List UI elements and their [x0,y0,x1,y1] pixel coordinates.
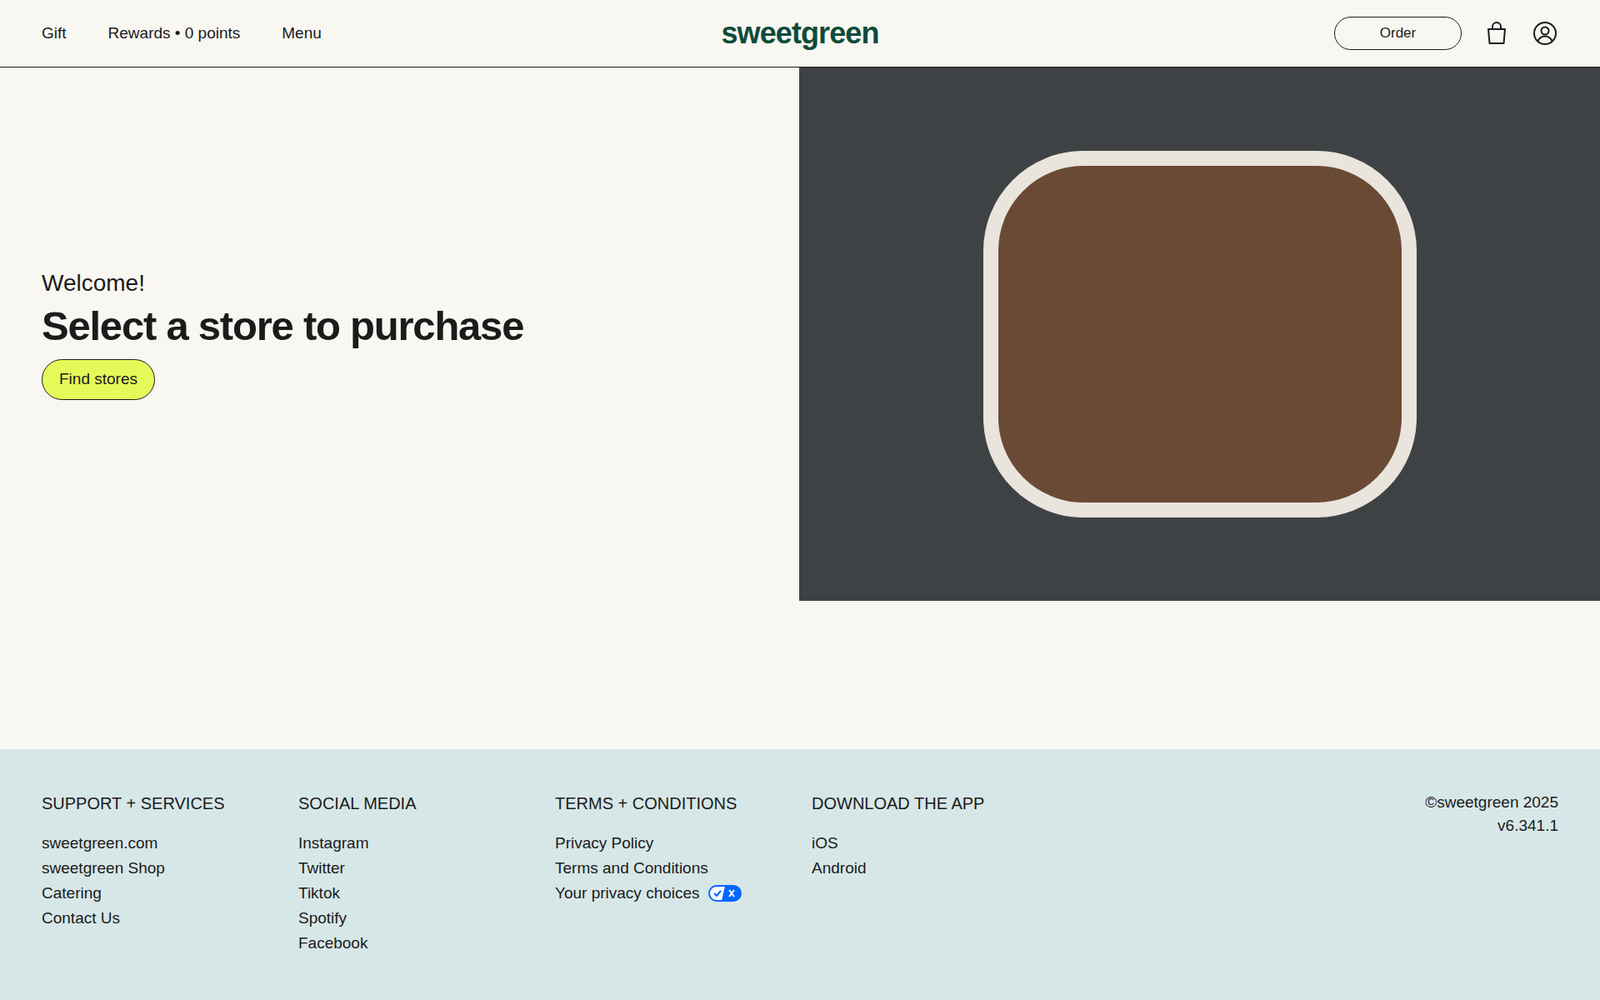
footer-link[interactable]: iOS [811,830,1069,856]
privacy-toggle-icon [708,885,742,902]
footer: SUPPORT + SERVICES sweetgreen.comsweetgre… [0,749,1600,1000]
logo[interactable]: sweetgreen [720,18,879,49]
footer-column: SOCIAL MEDIA InstagramTwitterTiktokSpotif… [298,790,555,976]
footer-link[interactable]: Terms and Conditions [555,855,812,881]
footer-meta: ©sweetgreen 2025v6.341.1 [1425,790,1559,976]
footer-column: SUPPORT + SERVICES sweetgreen.comsweetgre… [41,790,299,976]
footer-link[interactable]: Android [811,855,1069,881]
hero-heading: Select a store to purchase [41,300,758,352]
main-nav: Gift Rewards • 0 points Menu [41,21,721,46]
footer-link[interactable]: Your privacy choices [555,880,812,906]
copyright: ©sweetgreen 2025 [1425,790,1559,815]
version: v6.341.1 [1425,814,1559,838]
footer-link[interactable]: sweetgreen.com [41,830,299,856]
order-button[interactable]: Order [1334,16,1462,50]
header-actions: Order [879,16,1559,50]
footer-heading: SOCIAL MEDIA [298,790,555,816]
footer-columns: SUPPORT + SERVICES sweetgreen.comsweetgre… [41,790,1069,976]
footer-heading: DOWNLOAD THE APP [811,790,1069,816]
welcome-text: Welcome! [41,268,758,298]
main: Welcome!Select a store to purchase Find s… [0,67,1600,750]
footer-link[interactable]: Contact Us [41,905,299,931]
hero: Welcome!Select a store to purchase Find s… [0,67,1600,601]
nav-link[interactable]: Gift [41,21,67,46]
footer-link[interactable]: Privacy Policy [555,830,812,856]
page: Gift Rewards • 0 points Menu sweetgreen Orde… [0,0,1600,1000]
nav-link[interactable]: Menu [281,21,322,46]
footer-link[interactable]: Tiktok [298,880,555,906]
bowl-shape [983,150,1417,518]
nav-link[interactable]: Rewards • 0 points [108,21,241,46]
top-bar: Gift Rewards • 0 points Menu sweetgreen Orde… [0,0,1600,68]
footer-column: DOWNLOAD THE APP iOSAndroid [811,790,1069,976]
find-stores-button[interactable]: Find stores [41,359,155,400]
bag-icon[interactable] [1485,20,1509,46]
footer-links: Privacy PolicyTerms and ConditionsYour p… [555,830,812,906]
footer-column: TERMS + CONDITIONS Privacy PolicyTerms an… [555,790,812,976]
footer-link[interactable]: Catering [41,880,299,906]
footer-link[interactable]: Twitter [298,855,555,881]
hero-photo [799,67,1600,601]
footer-links: sweetgreen.comsweetgreen ShopCateringCon… [41,830,299,931]
footer-links: InstagramTwitterTiktokSpotifyFacebook [298,830,555,956]
account-icon[interactable] [1531,20,1559,47]
footer-link[interactable]: Instagram [298,830,555,856]
footer-link[interactable]: Facebook [298,930,555,956]
hero-text: Welcome!Select a store to purchase Find s… [0,67,800,601]
footer-links: iOSAndroid [811,830,1069,881]
footer-heading: SUPPORT + SERVICES [41,790,299,816]
footer-link[interactable]: sweetgreen Shop [41,855,299,881]
footer-link[interactable]: Spotify [298,905,555,931]
footer-heading: TERMS + CONDITIONS [555,790,812,816]
